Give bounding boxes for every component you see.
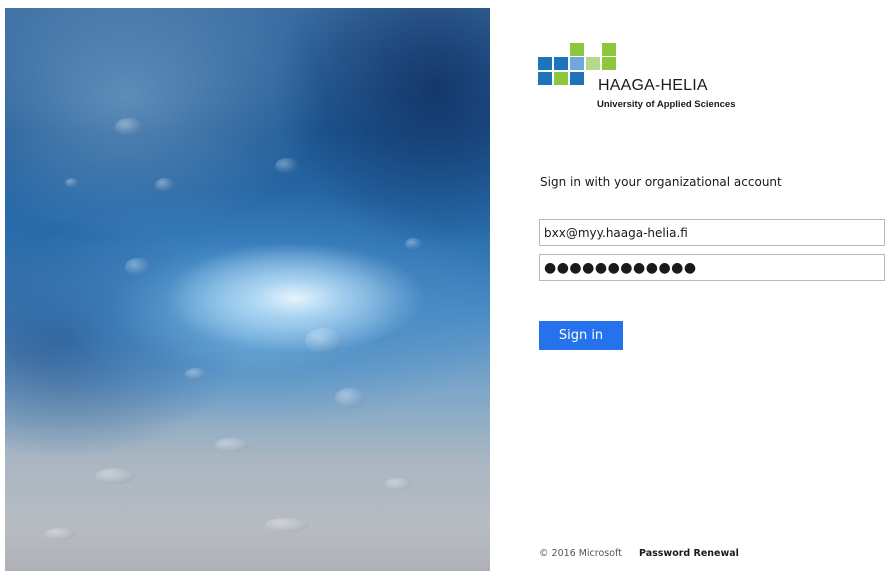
- raindrop: [45, 528, 75, 540]
- raindrop: [185, 368, 207, 380]
- raindrop: [275, 158, 299, 174]
- raindrop: [155, 178, 175, 192]
- raindrop: [65, 178, 79, 188]
- adfs-signin-page: HAAGA-HELIA University of Applied Scienc…: [0, 0, 885, 571]
- logo-name: HAAGA-HELIA: [598, 77, 708, 94]
- logo-subtitle: University of Applied Sciences: [597, 99, 736, 110]
- raindrop: [115, 118, 143, 136]
- haaga-helia-logo: HAAGA-HELIA University of Applied Scienc…: [538, 43, 778, 123]
- password-field[interactable]: [539, 254, 885, 281]
- raindrop: [95, 468, 135, 484]
- background-illustration: [5, 8, 490, 571]
- signin-heading: Sign in with your organizational account: [540, 175, 782, 189]
- password-renewal-link[interactable]: Password Renewal: [639, 548, 739, 559]
- raindrop: [385, 478, 411, 490]
- raindrop: [335, 388, 365, 408]
- signin-button[interactable]: Sign in: [539, 321, 623, 350]
- raindrop: [125, 258, 151, 276]
- copyright-text: © 2016 Microsoft: [539, 548, 622, 559]
- footer: © 2016 Microsoft Password Renewal: [539, 548, 739, 559]
- raindrop: [215, 438, 249, 452]
- raindrop: [265, 518, 309, 532]
- email-field[interactable]: [539, 219, 885, 246]
- raindrop: [305, 328, 343, 354]
- raindrop: [405, 238, 423, 250]
